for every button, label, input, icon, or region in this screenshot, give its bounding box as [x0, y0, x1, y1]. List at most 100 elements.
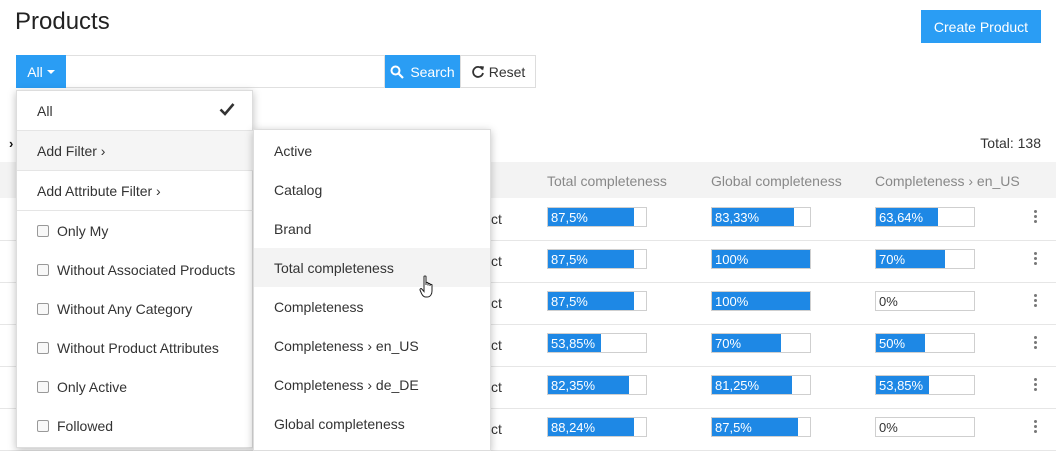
checkbox[interactable]: [37, 380, 49, 393]
completeness-value: 53,85%: [551, 336, 596, 351]
checkbox[interactable]: [37, 341, 49, 354]
completeness-bar-en-us: 0%: [875, 417, 975, 437]
product-name-cell[interactable]: ct: [491, 253, 502, 269]
completeness-value: 87,5%: [551, 210, 588, 225]
column-header-global-completeness[interactable]: Global completeness: [711, 173, 842, 189]
completeness-bar-global: 70%: [711, 333, 811, 353]
page-title: Products: [15, 8, 110, 35]
checkbox-filter-item[interactable]: Without Product Attributes: [17, 328, 253, 367]
checkbox-label: Followed: [57, 417, 114, 434]
completeness-value: 87,5%: [551, 252, 588, 267]
product-name-cell[interactable]: ct: [491, 211, 502, 227]
completeness-bar-en-us: 63,64%: [875, 207, 975, 227]
submenu-item[interactable]: Total completeness: [254, 248, 490, 287]
completeness-bar-total: 82,35%: [547, 375, 647, 395]
menu-item-all[interactable]: All: [17, 91, 253, 130]
submenu-item[interactable]: Catalog: [254, 170, 490, 209]
completeness-bar-total: 87,5%: [547, 291, 647, 311]
completeness-bar-total: 53,85%: [547, 333, 647, 353]
completeness-bar-total: 88,24%: [547, 417, 647, 437]
column-header-completeness-en-us[interactable]: Completeness › en_US: [875, 173, 1020, 189]
search-button[interactable]: Search: [385, 55, 460, 88]
total-count: Total: 138: [980, 135, 1041, 151]
completeness-value: 0%: [879, 294, 898, 309]
completeness-bar-en-us: 53,85%: [875, 375, 975, 395]
completeness-value: 81,25%: [715, 378, 760, 393]
checkbox-filter-item[interactable]: Without Associated Products: [17, 250, 253, 289]
create-product-button[interactable]: Create Product: [921, 10, 1041, 43]
completeness-value: 70%: [879, 252, 906, 267]
checkbox-filter-item[interactable]: Only Active: [17, 367, 253, 406]
completeness-value: 0%: [879, 420, 898, 435]
submenu-item[interactable]: Completeness › de_DE: [254, 365, 490, 404]
completeness-value: 100%: [715, 294, 749, 309]
completeness-value: 87,5%: [715, 420, 752, 435]
completeness-value: 82,35%: [551, 378, 596, 393]
checkbox[interactable]: [37, 302, 49, 315]
completeness-value: 100%: [715, 252, 749, 267]
checkbox-filter-item[interactable]: Only My: [17, 211, 253, 250]
chevron-right-icon[interactable]: ›: [9, 136, 13, 151]
checkbox-label: Without Associated Products: [57, 261, 236, 278]
kebab-icon[interactable]: [1034, 336, 1038, 349]
submenu-item[interactable]: Completeness › en_US: [254, 326, 490, 365]
completeness-bar-total: 87,5%: [547, 207, 647, 227]
add-filter-submenu: Active Catalog Brand Total completeness Comp…: [253, 129, 491, 451]
kebab-icon[interactable]: [1034, 252, 1038, 265]
completeness-bar-global: 83,33%: [711, 207, 811, 227]
completeness-value: 83,33%: [715, 210, 760, 225]
filter-dropdown-label: All: [27, 63, 43, 80]
reset-icon: [471, 65, 484, 78]
submenu-item[interactable]: Global completeness: [254, 404, 490, 443]
completeness-bar-total: 87,5%: [547, 249, 647, 269]
filter-dropdown-button[interactable]: All: [16, 55, 66, 88]
completeness-bar-en-us: 50%: [875, 333, 975, 353]
menu-item-add-attribute-filter[interactable]: Add Attribute Filter ›: [17, 171, 253, 210]
kebab-icon[interactable]: [1034, 420, 1038, 433]
checkbox-filter-item[interactable]: Without Any Category: [17, 289, 253, 328]
kebab-icon[interactable]: [1034, 294, 1038, 307]
product-name-cell[interactable]: ct: [491, 379, 502, 395]
checkbox-filter-item[interactable]: Followed: [17, 406, 253, 445]
completeness-bar-global: 87,5%: [711, 417, 811, 437]
completeness-value: 63,64%: [879, 210, 924, 225]
completeness-value: 70%: [715, 336, 742, 351]
menu-item-add-filter[interactable]: Add Filter ›: [17, 131, 253, 170]
search-icon: [390, 65, 405, 79]
completeness-bar-en-us: 0%: [875, 291, 975, 311]
checkbox-label: Without Product Attributes: [57, 339, 219, 356]
checkbox-label: Only Active: [57, 378, 128, 395]
checkbox[interactable]: [37, 419, 49, 432]
filter-dropdown-menu: All Add Filter › Add Attribute Filter › …: [16, 90, 253, 448]
submenu-item[interactable]: Active: [254, 131, 490, 170]
completeness-value: 53,85%: [879, 378, 924, 393]
product-name-cell[interactable]: ct: [491, 421, 502, 437]
column-header-total-completeness[interactable]: Total completeness: [547, 173, 667, 189]
completeness-value: 50%: [879, 336, 906, 351]
hand-cursor-icon: [419, 275, 433, 298]
search-input[interactable]: [66, 55, 385, 88]
checkbox[interactable]: [37, 224, 49, 237]
check-icon: [219, 103, 235, 116]
kebab-icon[interactable]: [1034, 378, 1038, 391]
product-name-cell[interactable]: ct: [491, 295, 502, 311]
product-name-cell[interactable]: ct: [491, 337, 502, 353]
submenu-item[interactable]: Completeness: [254, 287, 490, 326]
checkbox-label: Only My: [57, 222, 109, 239]
kebab-icon[interactable]: [1034, 210, 1038, 223]
search-button-label: Search: [410, 63, 455, 80]
completeness-bar-global: 100%: [711, 291, 811, 311]
search-bar: All Search Reset: [16, 55, 536, 88]
menu-item-all-label: All: [37, 102, 53, 119]
checkbox[interactable]: [37, 263, 49, 276]
completeness-bar-global: 100%: [711, 249, 811, 269]
reset-button-label: Reset: [488, 63, 526, 80]
completeness-value: 87,5%: [551, 294, 588, 309]
checkbox-label: Without Any Category: [57, 300, 193, 317]
caret-down-icon: [46, 69, 55, 74]
submenu-item[interactable]: Brand: [254, 209, 490, 248]
completeness-bar-en-us: 70%: [875, 249, 975, 269]
completeness-value: 88,24%: [551, 420, 596, 435]
completeness-bar-global: 81,25%: [711, 375, 811, 395]
reset-button[interactable]: Reset: [460, 55, 536, 88]
